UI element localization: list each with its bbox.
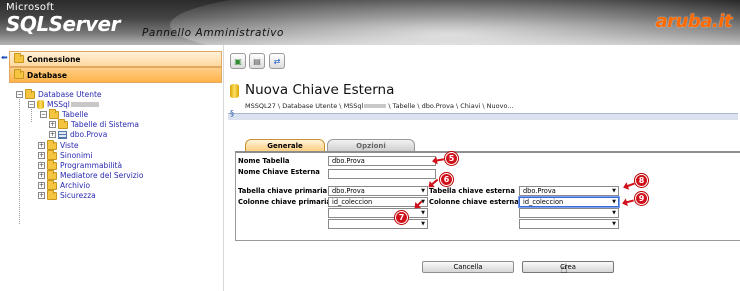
folder-icon	[47, 169, 57, 180]
expand-icon[interactable]: +	[38, 162, 45, 169]
colonne-primaria-label: Colonne chiave primaria	[238, 198, 331, 206]
expand-icon[interactable]: +	[38, 192, 45, 199]
main-panel: ▣ ▤ ⇄ Nuova Chiave Esterna MSSQL27 \ Dat…	[225, 45, 740, 291]
annotation-badge: 6	[440, 173, 453, 186]
tree-node-archivio[interactable]: + Archivio	[38, 179, 91, 190]
create-button[interactable]: Crea	[522, 261, 614, 273]
properties-toolbar-button[interactable]: ▤	[249, 53, 265, 69]
folder-icon	[47, 159, 57, 170]
nome-tabella-input[interactable]: dbo.Prova	[328, 156, 436, 166]
folder-icon	[47, 149, 57, 160]
accordion-database[interactable]: Database	[9, 67, 222, 83]
colonne-esterna-select[interactable]: id_coleccion	[519, 197, 619, 207]
nome-chiave-input[interactable]	[328, 169, 436, 179]
tree-node-sinonimi[interactable]: + Sinonimi	[38, 149, 93, 160]
folder-icon	[47, 179, 57, 190]
tree-label: Archivio	[60, 181, 91, 190]
expand-icon[interactable]: +	[38, 152, 45, 159]
tree-node-database-utente[interactable]: − Database Utente	[16, 88, 102, 99]
database-icon	[230, 84, 239, 98]
annotation-badge: 7	[395, 211, 408, 224]
tree-node-tabelle-sistema[interactable]: + Tabelle di Sistema	[49, 118, 139, 129]
aruba-logo: aruba.it	[655, 11, 733, 32]
expand-icon[interactable]: +	[49, 131, 56, 138]
annotation-badge: 5	[445, 152, 458, 165]
tree-label: Tabelle di Sistema	[71, 120, 139, 129]
cancel-button[interactable]: Cancella	[422, 261, 514, 273]
folder-icon	[58, 118, 68, 129]
refresh-toolbar-button[interactable]: ⇄	[269, 53, 285, 69]
tree-node-viste[interactable]: + Viste	[38, 139, 79, 150]
colonne-esterna-label: Colonne chiave esterna	[429, 198, 519, 206]
tree-node-dbo-prova[interactable]: + dbo.Prova	[49, 130, 107, 139]
tree-label: dbo.Prova	[70, 130, 108, 139]
tree-label: Sicurezza	[60, 191, 96, 200]
tree-label: Tabelle	[62, 110, 89, 119]
redacted-text	[364, 104, 387, 108]
folder-icon	[49, 108, 59, 119]
folder-icon	[14, 69, 24, 79]
breadcrumb: MSSQL27 \ Database Utente \ MSSql \ Tabe…	[245, 102, 514, 110]
tabella-primaria-select[interactable]: dbo.Prova	[328, 186, 428, 196]
folder-icon	[47, 189, 57, 200]
accordion-label: Database	[27, 70, 67, 80]
brand-large: SQLServer	[6, 12, 120, 36]
tree-label: Viste	[60, 141, 79, 150]
expand-icon[interactable]: +	[38, 142, 45, 149]
annotation-badge: 9	[635, 192, 648, 205]
tabella-primaria-label: Tabella chiave primaria	[238, 187, 328, 195]
header-subtitle: Pannello Amministrativo	[142, 27, 285, 39]
tree-label: MSSql	[47, 100, 70, 109]
document-icon: ▤	[253, 56, 261, 66]
nome-tabella-label: Nome Tabella	[238, 157, 290, 165]
tree-node-programmabilita[interactable]: + Programmabilità	[38, 159, 123, 170]
colonne-primaria-select-3[interactable]	[328, 219, 428, 229]
tabella-esterna-label: Tabella chiave esterna	[429, 187, 515, 195]
colonne-primaria-select-2[interactable]	[328, 208, 428, 218]
table-icon	[58, 130, 67, 139]
breadcrumb-end: \ Tabelle \ dbo.Prova \ Chiavi \ Nuovo..…	[386, 102, 514, 110]
expand-icon[interactable]: +	[49, 121, 56, 128]
nome-chiave-label: Nome Chiave Esterna	[238, 168, 320, 176]
section-bar	[228, 113, 738, 120]
folder-icon	[47, 139, 57, 150]
app-header: Microsoft SQLServer Pannello Amministrat…	[0, 0, 740, 45]
folder-icon	[14, 53, 24, 63]
collapse-icon[interactable]: −	[40, 111, 47, 118]
folder-icon	[25, 88, 35, 99]
collapse-icon[interactable]: −	[28, 101, 35, 108]
accordion-connessione[interactable]: Connessione	[9, 51, 222, 67]
expand-icon[interactable]: +	[38, 172, 45, 179]
form-panel: Nome Tabella dbo.Prova Nome Chiave Ester…	[235, 151, 740, 241]
tabella-esterna-select[interactable]: dbo.Prova	[519, 186, 619, 196]
database-icon	[37, 100, 44, 109]
redacted-text	[70, 102, 99, 107]
annotation-badge: 8	[635, 174, 648, 187]
tree-line	[19, 96, 20, 224]
tree-label: Programmabilità	[60, 161, 123, 170]
collapse-arrow-icon[interactable]: ⬅	[1, 53, 8, 62]
colonne-esterna-select-3[interactable]	[519, 219, 619, 229]
tree-node-tabelle[interactable]: − Tabelle	[40, 108, 89, 119]
refresh-icon: ⇄	[273, 56, 281, 66]
new-icon: ▣	[234, 56, 242, 66]
tree-label: Mediatore del Servizio	[60, 171, 144, 180]
colonne-esterna-select-2[interactable]	[519, 208, 619, 218]
hand-cursor-icon: ☝	[560, 262, 568, 277]
page-title: Nuova Chiave Esterna	[245, 82, 395, 98]
breadcrumb-start: MSSQL27 \ Database Utente \ MSSql	[245, 102, 364, 110]
tree-label: Database Utente	[38, 90, 102, 99]
collapse-icon[interactable]: −	[16, 91, 23, 98]
accordion-label: Connessione	[27, 54, 81, 64]
new-toolbar-button[interactable]: ▣	[230, 53, 246, 69]
tree-node-mssql[interactable]: − MSSql	[28, 100, 99, 109]
sidebar: ⬅ Connessione Database − Database Utente…	[0, 45, 224, 291]
tree-node-sicurezza[interactable]: + Sicurezza	[38, 189, 96, 200]
expand-icon[interactable]: +	[38, 182, 45, 189]
tree-label: Sinonimi	[60, 151, 93, 160]
script-icon[interactable]: §	[230, 109, 234, 118]
tree-node-mediatore[interactable]: + Mediatore del Servizio	[38, 169, 144, 180]
